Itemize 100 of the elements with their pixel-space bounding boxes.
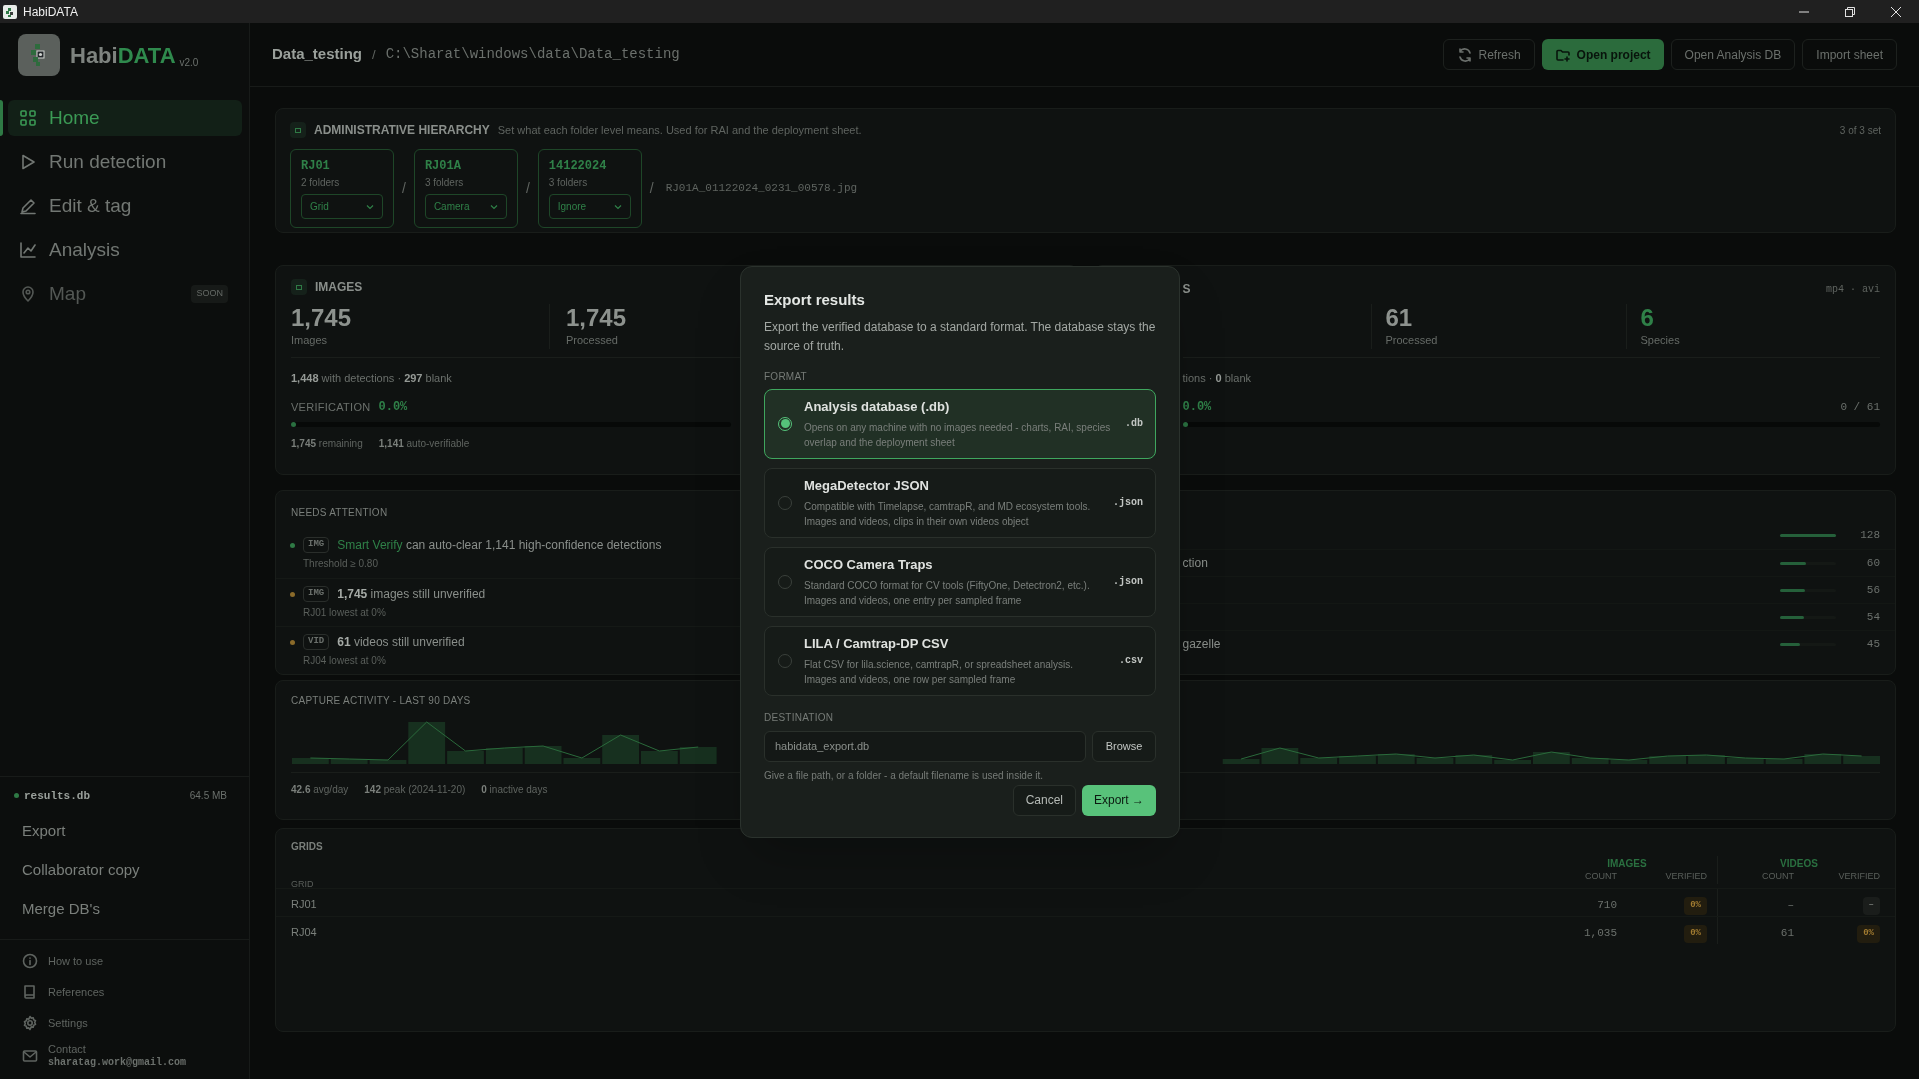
format-name: COCO Camera Traps	[804, 556, 934, 575]
table-cell: –	[1787, 898, 1794, 911]
file-extension: .json	[1113, 496, 1143, 510]
info-icon	[22, 953, 38, 969]
species-count: 54	[1865, 609, 1880, 625]
nav-item[interactable]: Analysis	[8, 232, 242, 268]
detections-summary: 1,448 with detections · 297 blank	[291, 370, 452, 386]
stat-value: 1,745	[566, 304, 627, 332]
activity-bar	[679, 747, 717, 764]
table-cell: 1,035	[1584, 926, 1617, 939]
pencil-icon	[19, 197, 37, 215]
stat-label: Processed	[1385, 333, 1438, 348]
column-group-header: VIDEOS	[1780, 857, 1818, 870]
grid-name: RJ01	[291, 897, 317, 910]
species-count: 128	[1859, 528, 1880, 544]
sidebar-link[interactable]: Settings	[22, 1012, 249, 1034]
format-option[interactable]: MegaDetector JSON Compatible with Timelapse, camtrapR, and MD ecosystem tools. Images and videos, clips in their own videos object .json	[764, 467, 1156, 538]
nav-item[interactable]: Run detection	[8, 144, 242, 180]
email-address: sharatag.work@gmail.com	[48, 1056, 187, 1069]
sidebar-link[interactable]: References	[22, 981, 249, 1003]
stat-label: Species	[1640, 333, 1680, 348]
format-option[interactable]: COCO Camera Traps Standard COCO format for CV tools (FiftyOne, Detectron2, etc.). Images and videos, one entry per sampled frame .json	[764, 546, 1156, 617]
level-name: RJ01	[301, 158, 330, 175]
role-dropdown[interactable]: Camera	[424, 194, 507, 219]
species-count: 45	[1865, 636, 1880, 652]
caret-icon	[489, 202, 498, 211]
column-header: COUNT	[1585, 870, 1617, 883]
database-name: results.db	[24, 788, 90, 804]
format-description: Standard COCO format for CV tools (FiftyOne, Detectron2, etc.). Images and videos, one entry per sampled frame	[804, 578, 1091, 608]
section-description: Set what each folder level means. Used for RAI and the deployment sheet.	[497, 122, 862, 138]
sidebar-link[interactable]: Contact sharatag.work@gmail.com	[22, 1043, 249, 1069]
sidebar-action[interactable]: Merge DB's	[22, 898, 100, 921]
column-header: GRID	[291, 879, 314, 889]
file-extension: .csv	[1119, 654, 1143, 668]
section-title: IMAGES	[315, 279, 363, 296]
role-dropdown[interactable]: Ignore	[548, 194, 631, 219]
nav-item[interactable]: Edit & tag	[8, 188, 242, 224]
column-header: COUNT	[1762, 870, 1794, 883]
dialog-button[interactable]: Cancel	[1012, 784, 1076, 816]
file-extension: .db	[1125, 417, 1143, 431]
format-option[interactable]: LILA / Camtrap-DP CSV Flat CSV for lila.science, camtrapR, or spreadsheet analysis. Images and videos, one row per sampled frame .csv	[764, 625, 1156, 696]
field-label: DESTINATION	[764, 710, 835, 725]
line-chart-icon	[19, 241, 37, 259]
folder-path: C:\Sharat\windows\data\Data_testing	[385, 45, 680, 64]
verification-count: 0 / 61	[1840, 399, 1880, 415]
sidebar-link[interactable]: How to use	[22, 950, 249, 972]
stat-value: 61	[1385, 304, 1413, 332]
format-description: Flat CSV for lila.science, camtrapR, or spreadsheet analysis. Images and videos, one row per sampled frame	[804, 657, 1074, 687]
active-indicator	[0, 100, 3, 136]
grid-icon	[19, 109, 37, 127]
sidebar-action[interactable]: Collaborator copy	[22, 859, 140, 882]
format-name: Analysis database (.db)	[804, 398, 951, 417]
status-badge: 0%	[1857, 925, 1880, 943]
folder-count: 2 folders	[301, 176, 340, 190]
table-cell: 710	[1597, 898, 1617, 911]
refresh-icon	[1456, 46, 1473, 63]
toolbar-button[interactable]: Open Analysis DB	[1670, 39, 1796, 70]
soon-badge: SOON	[191, 285, 228, 303]
dialog-description: Export the verified database to a standard format. The database stays the source of truth.	[764, 318, 1156, 355]
activity-stat: 42.6 avg/day	[291, 783, 349, 797]
smart-verify-link[interactable]: Smart Verify	[337, 538, 403, 552]
database-size: 64.5 MB	[189, 789, 227, 804]
column-header: VERIFIED	[1665, 870, 1707, 883]
book-icon	[22, 984, 38, 1000]
stat-value: 1,745	[291, 304, 352, 332]
breadcrumb-separator: /	[372, 45, 376, 64]
play-icon	[19, 153, 37, 171]
status-label: 3 of 3 set	[1839, 123, 1881, 138]
file-extension: .json	[1113, 575, 1143, 589]
section-title: S	[1182, 281, 1191, 298]
sidebar-action[interactable]: Export	[22, 820, 66, 843]
column-group-header: IMAGES	[1607, 857, 1647, 870]
nav-item[interactable]: Home	[8, 100, 242, 136]
attention-note: Threshold ≥ 0.80	[303, 557, 378, 571]
format-description: Opens on any machine with no images needed - charts, RAI, species overlap and the deployment sheet	[804, 420, 1112, 450]
folder-count: 3 folders	[424, 176, 464, 190]
window-title: HabiDATA	[23, 3, 78, 21]
format-option[interactable]: Analysis database (.db) Opens on any machine with no images needed - charts, RAI, species overlap and the deployment sheet .db	[764, 388, 1156, 459]
stat-label: Images	[291, 333, 328, 348]
role-dropdown[interactable]: Grid	[301, 194, 383, 219]
media-tag: IMG	[303, 586, 330, 602]
toolbar-button[interactable]: Refresh	[1442, 39, 1535, 70]
activity-bar	[641, 751, 678, 764]
species-name: ction	[1182, 555, 1208, 572]
toolbar-button[interactable]: Import sheet	[1802, 39, 1897, 70]
attention-message: 1,745 images still unverified	[337, 586, 486, 603]
media-tag: VID	[303, 634, 330, 650]
path-separator: /	[402, 179, 406, 198]
format-name: LILA / Camtrap-DP CSV	[804, 635, 950, 654]
dialog-button[interactable]: Export →	[1082, 784, 1156, 816]
attention-message: Smart Verify can auto-clear 1,141 high-confidence detections	[337, 537, 662, 554]
section-title: GRIDS	[291, 840, 323, 854]
verification-value: 0.0%	[378, 399, 408, 416]
close-icon	[1891, 6, 1901, 17]
breadcrumb-folder: Data_testing	[272, 44, 363, 65]
toolbar-button[interactable]: Open project	[1541, 39, 1664, 70]
restore-icon	[1845, 6, 1855, 17]
browse-button[interactable]: Browse	[1092, 730, 1156, 762]
destination-field[interactable]: habidata_export.db	[764, 730, 1086, 762]
path-separator: /	[525, 179, 530, 198]
